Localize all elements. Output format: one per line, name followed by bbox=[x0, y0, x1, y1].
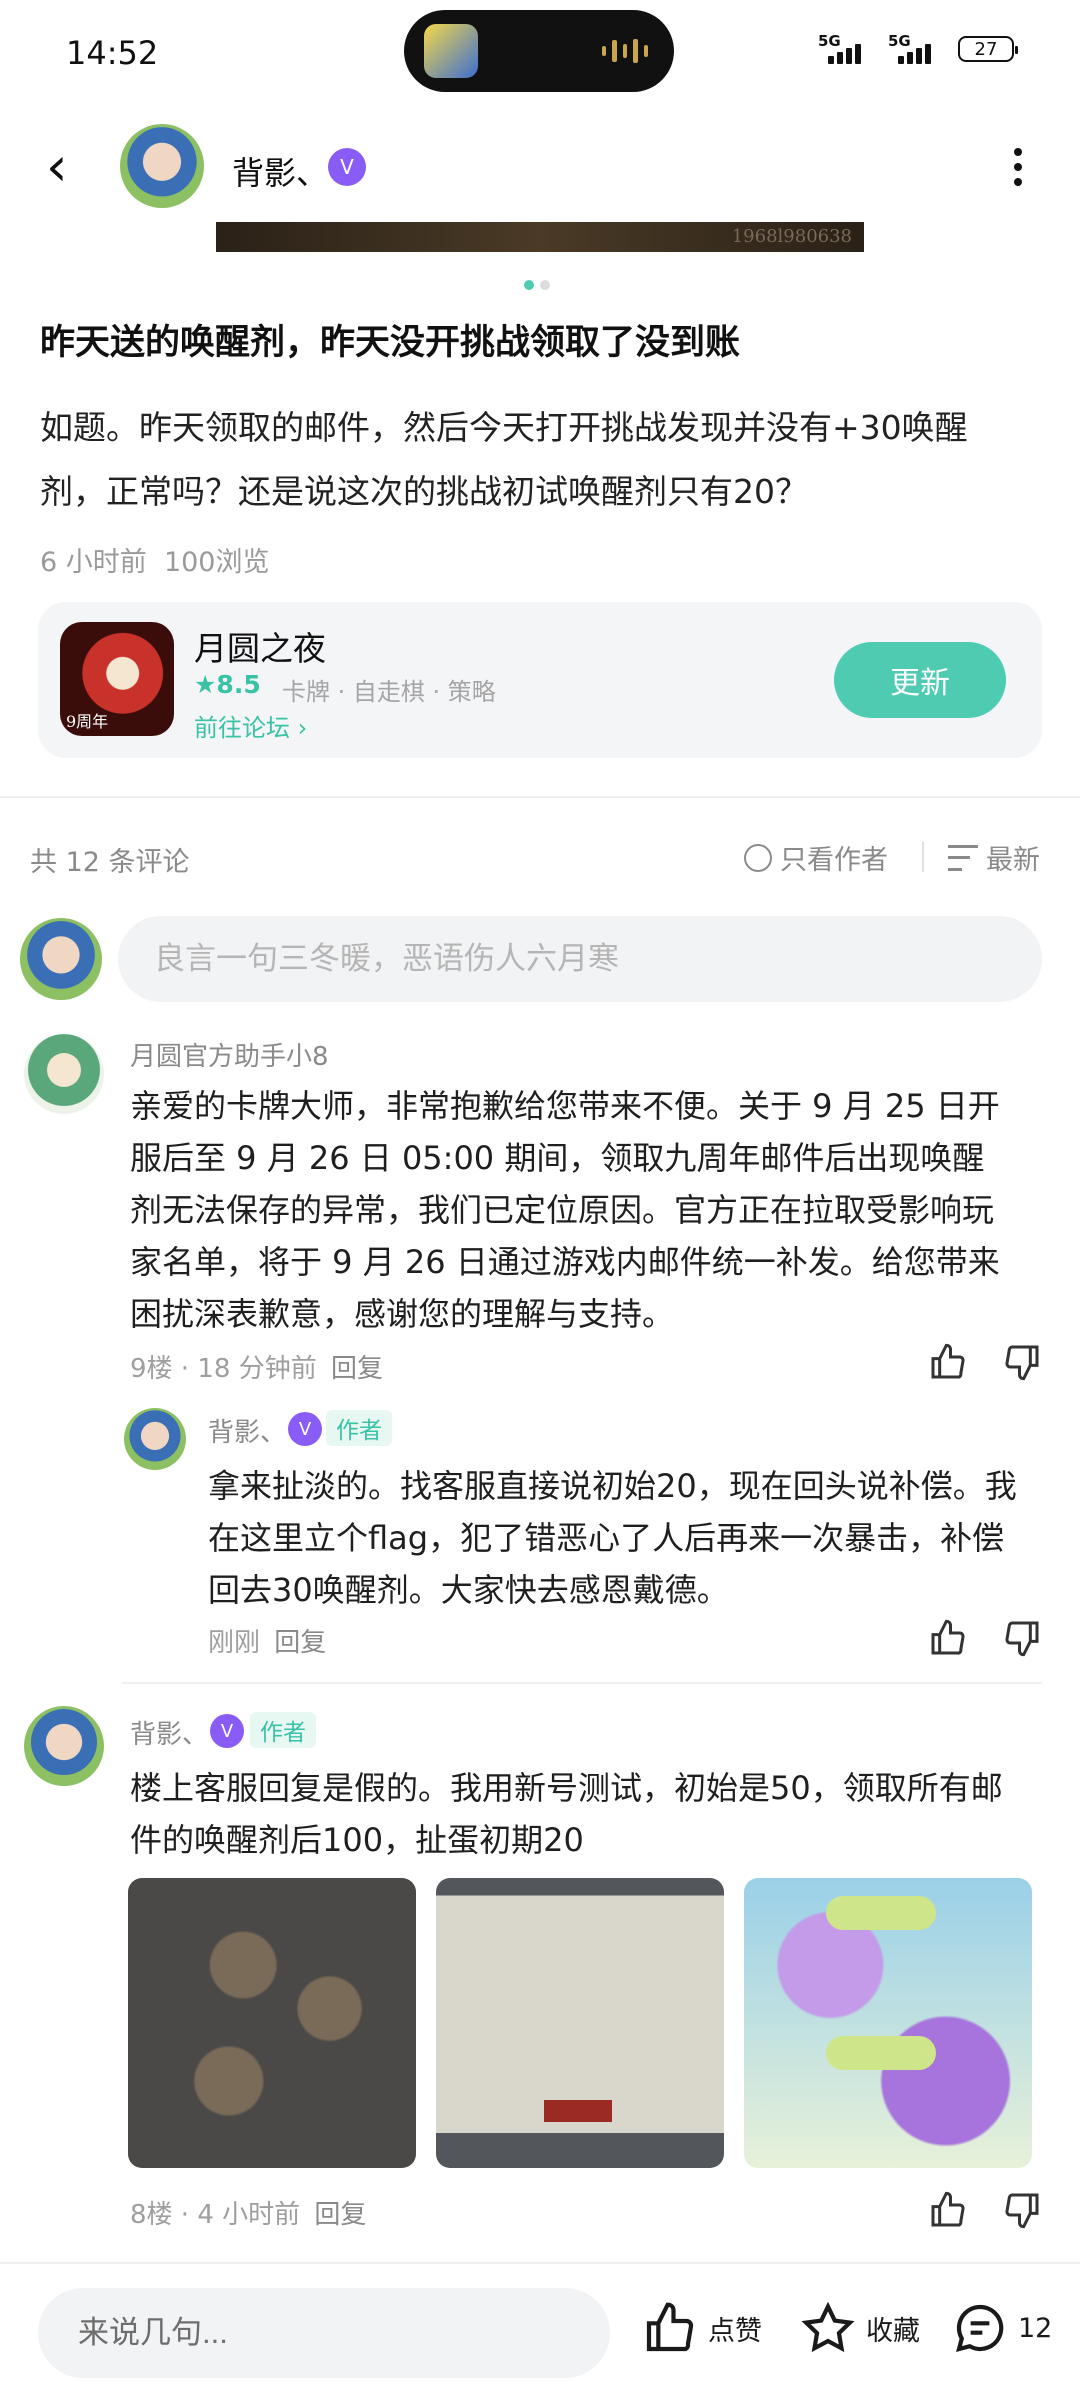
bottom-action-bar: 点赞 收藏 12 bbox=[0, 2264, 1080, 2400]
bottom-comment-input[interactable] bbox=[38, 2288, 610, 2378]
thumbs-up-icon[interactable] bbox=[928, 1342, 968, 1382]
thumbs-down-icon[interactable] bbox=[1002, 1618, 1042, 1658]
only-author-toggle[interactable]: 只看作者 bbox=[744, 838, 888, 877]
author-avatar[interactable] bbox=[120, 124, 204, 208]
commenter-avatar[interactable] bbox=[24, 1034, 104, 1114]
author-tag: 作者 bbox=[326, 1410, 392, 1446]
post-views: 100浏览 bbox=[163, 547, 270, 578]
game-name: 月圆之夜 bbox=[194, 629, 326, 668]
commenter-name[interactable]: 背影、 bbox=[208, 1412, 286, 1449]
game-tags: 卡牌 · 自走棋 · 策略 bbox=[282, 678, 496, 706]
divider bbox=[122, 1682, 1042, 1684]
sort-icon bbox=[948, 844, 978, 871]
thumbs-up-icon bbox=[646, 2302, 694, 2352]
dynamic-island[interactable] bbox=[404, 10, 674, 92]
post-image[interactable]: 1968l980638 bbox=[216, 222, 864, 252]
post-meta: 6 小时前 100浏览 bbox=[40, 540, 269, 579]
comment-count: 共 12 条评论 bbox=[30, 847, 190, 878]
sort-latest-button[interactable]: 最新 bbox=[948, 838, 1040, 877]
signal-icon: 5G bbox=[818, 32, 874, 64]
game-rating: ★8.5 bbox=[194, 670, 261, 699]
reply-meta: 刚刚 回复 bbox=[208, 1628, 327, 1658]
comment-image[interactable] bbox=[128, 1878, 416, 2168]
favorite-button[interactable]: 收藏 bbox=[800, 2300, 920, 2356]
post-title: 昨天送的唤醒剂，昨天没开挑战领取了没到账 bbox=[40, 323, 741, 363]
radio-circle-icon bbox=[744, 843, 772, 872]
reply-button[interactable]: 回复 bbox=[314, 2200, 366, 2230]
status-bar: 14:52 5G 5G 27 bbox=[0, 0, 1080, 110]
post-body: 如题。昨天领取的邮件，然后今天打开挑战发现并没有+30唤醒 剂，正常吗？还是说这… bbox=[40, 408, 968, 511]
divider bbox=[922, 842, 924, 872]
comment-text: 亲爱的卡牌大师，非常抱歉给您带来不便。关于 9 月 25 日开 服后至 9 月 … bbox=[130, 1087, 1000, 1333]
post-time: 6 小时前 bbox=[40, 547, 147, 578]
comment-image[interactable] bbox=[436, 1878, 724, 2168]
commenter-avatar[interactable] bbox=[124, 1408, 186, 1470]
thumbs-down-icon[interactable] bbox=[1002, 2190, 1042, 2230]
back-arrow-icon[interactable]: ‹ bbox=[46, 140, 86, 194]
post-header: ‹ 背影、 V bbox=[0, 112, 1080, 222]
status-indicators: 5G 5G 27 bbox=[818, 32, 1018, 64]
verified-badge-icon: V bbox=[328, 148, 366, 186]
comment-button[interactable]: 12 bbox=[952, 2300, 1052, 2356]
comment-bubble-icon bbox=[956, 2304, 1004, 2352]
verified-badge-icon: V bbox=[210, 1714, 244, 1748]
status-time: 14:52 bbox=[66, 34, 159, 72]
update-button[interactable]: 更新 bbox=[834, 642, 1006, 718]
commenter-avatar[interactable] bbox=[24, 1706, 104, 1786]
verified-badge-icon: V bbox=[288, 1412, 322, 1446]
commenter-name[interactable]: 月圆官方助手小8 bbox=[130, 1036, 329, 1073]
like-button[interactable]: 点赞 bbox=[642, 2300, 762, 2356]
thumbs-up-icon[interactable] bbox=[928, 2190, 968, 2230]
more-options-icon[interactable] bbox=[1008, 142, 1028, 192]
chevron-right-icon: › bbox=[297, 714, 308, 742]
my-avatar bbox=[20, 918, 102, 1000]
author-tag: 作者 bbox=[250, 1712, 316, 1748]
comment-text: 楼上客服回复是假的。我用新号测试，初始是50，领取所有邮 件的唤醒剂后100，扯… bbox=[130, 1769, 1003, 1859]
signal-icon: 5G bbox=[888, 32, 944, 64]
comment-image[interactable] bbox=[744, 1878, 1032, 2168]
commenter-name[interactable]: 背影、 bbox=[130, 1714, 208, 1751]
battery-icon: 27 bbox=[958, 36, 1018, 62]
star-icon bbox=[801, 2301, 855, 2353]
game-card[interactable]: 9周年 月圆之夜 ★8.5 卡牌 · 自走棋 · 策略 前往论坛 › 更新 bbox=[38, 602, 1042, 758]
image-caption: 1968l980638 bbox=[731, 226, 852, 247]
comment-input[interactable] bbox=[118, 916, 1042, 1002]
comment-meta: 8楼 · 4 小时前 回复 bbox=[130, 2200, 367, 2230]
audio-wave-icon bbox=[602, 38, 649, 64]
thumbs-up-icon[interactable] bbox=[928, 1618, 968, 1658]
reply-button[interactable]: 回复 bbox=[274, 1628, 326, 1658]
reply-button[interactable]: 回复 bbox=[331, 1354, 383, 1384]
author-name[interactable]: 背影、 bbox=[232, 148, 328, 194]
thumbs-down-icon[interactable] bbox=[1002, 1342, 1042, 1382]
section-divider bbox=[0, 796, 1080, 798]
game-icon[interactable]: 9周年 bbox=[60, 622, 174, 736]
reply-text: 拿来扯淡的。找客服直接说初始20，现在回头说补偿。我 在这里立个flag，犯了错… bbox=[208, 1467, 1017, 1609]
forum-link[interactable]: 前往论坛 › bbox=[194, 708, 307, 743]
comment-meta: 9楼 · 18 分钟前 回复 bbox=[130, 1354, 383, 1384]
media-thumbnail bbox=[424, 24, 478, 78]
carousel-indicator bbox=[524, 280, 550, 290]
